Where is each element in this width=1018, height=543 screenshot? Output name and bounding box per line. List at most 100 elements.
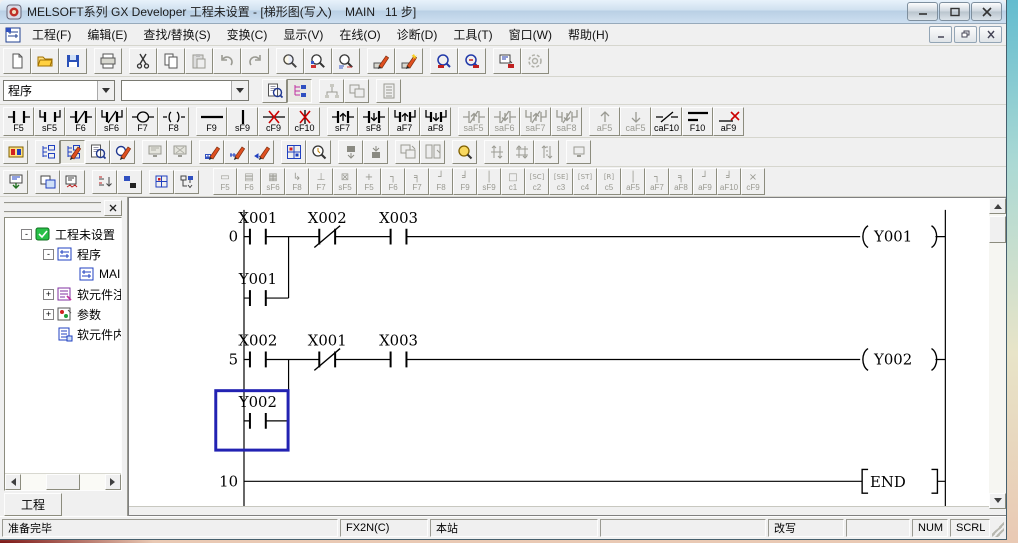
read-mode-button[interactable]	[85, 140, 110, 164]
parallel-falling-pulse-button[interactable]: aF8	[420, 107, 451, 136]
redo-button[interactable]	[241, 48, 269, 74]
cut-button[interactable]	[129, 48, 157, 74]
tree-item-device-memory[interactable]: 软元件内存	[5, 324, 121, 344]
open-project-button[interactable]	[31, 48, 59, 74]
step-run-button[interactable]	[338, 140, 363, 164]
sfc-cf9-button[interactable]: ×cF9	[741, 168, 765, 195]
sfc-se-button[interactable]: [SE]c3	[549, 168, 573, 195]
ladder-canvas[interactable]: 0 5 10 X001 X002 X003 Y001 Y001 X002 X00…	[129, 198, 991, 506]
sort-arrows-button-3[interactable]	[534, 140, 559, 164]
paste-button[interactable]	[185, 48, 213, 74]
open-contact-button[interactable]: F5	[3, 107, 34, 136]
undo-button[interactable]	[213, 48, 241, 74]
comment-display-button[interactable]	[452, 140, 477, 164]
mdi-child-icon[interactable]	[5, 27, 21, 43]
minimize-button[interactable]	[907, 2, 938, 21]
sfc-af7-button[interactable]: ┐aF7	[645, 168, 669, 195]
transfer-setup-button[interactable]	[493, 48, 521, 74]
find-button[interactable]	[276, 48, 304, 74]
vertical-line-button[interactable]: sF9	[227, 107, 258, 136]
menu-tools[interactable]: 工具(T)	[445, 24, 500, 45]
sfc-line1-button[interactable]: ┐F6	[381, 168, 405, 195]
tree-item-device-comment[interactable]: + 软元件注释	[5, 284, 121, 304]
trace-button[interactable]	[249, 140, 274, 164]
panel-close-button[interactable]	[104, 200, 122, 216]
scroll-thumb[interactable]	[989, 216, 1006, 243]
display-reduce-button[interactable]	[458, 48, 486, 74]
new-file-button[interactable]	[3, 48, 31, 74]
parallel-open-contact-button[interactable]: sF5	[34, 107, 65, 136]
write-to-plc-button[interactable]	[3, 170, 28, 194]
scroll-track[interactable]	[989, 214, 1006, 493]
chevron-down-icon[interactable]	[97, 81, 114, 100]
scroll-down-arrow[interactable]	[989, 493, 1006, 509]
closed-contact-button[interactable]: F6	[65, 107, 96, 136]
menu-convert[interactable]: 变换(C)	[219, 24, 276, 45]
grid-chip-button[interactable]	[3, 140, 28, 164]
window-tile-button[interactable]	[420, 140, 445, 164]
sfc-block-button[interactable]: ▤F6	[237, 168, 261, 195]
mdi-close-button[interactable]	[979, 26, 1002, 43]
list-column-button[interactable]	[376, 79, 401, 103]
menu-help[interactable]: 帮助(H)	[560, 24, 617, 45]
chevron-down-icon[interactable]	[231, 81, 248, 100]
parallel-rising-closed-button[interactable]: saF7	[520, 107, 551, 136]
monitor-mode-button[interactable]	[142, 140, 167, 164]
sfc-r-button[interactable]: [R]c5	[597, 168, 621, 195]
program-check-button[interactable]	[281, 140, 306, 164]
save-project-button[interactable]	[59, 48, 87, 74]
line-branch-button[interactable]: F10	[682, 107, 713, 136]
sfc-af10-button[interactable]: ╛aF10	[717, 168, 741, 195]
collapse-icon[interactable]: -	[21, 229, 32, 240]
sort-steps-button[interactable]	[92, 170, 117, 194]
ladder-write-button[interactable]	[224, 140, 249, 164]
delete-horizontal-line-button[interactable]: cF9	[258, 107, 289, 136]
coil-button[interactable]: F7	[127, 107, 158, 136]
parallel-rising-pulse-button[interactable]: aF7	[389, 107, 420, 136]
scroll-thumb[interactable]	[46, 474, 80, 490]
sort-arrows-button-1[interactable]	[484, 140, 509, 164]
sfc-af9-button[interactable]: ┘aF9	[693, 168, 717, 195]
sfc-block2-button[interactable]: ▦sF6	[261, 168, 285, 195]
sfc-vline-button[interactable]: │sF9	[477, 168, 501, 195]
ladder-editor[interactable]: 0 5 10 X001 X002 X003 Y001 Y001 X002 X00…	[128, 197, 1006, 516]
replace-string-button[interactable]	[395, 48, 423, 74]
device-test-button[interactable]	[199, 140, 224, 164]
block-down-button[interactable]	[174, 170, 199, 194]
mdi-restore-button[interactable]	[954, 26, 977, 43]
tree-item-program[interactable]: - 程序	[5, 244, 121, 264]
resize-grip[interactable]	[992, 519, 1004, 537]
invert-result-button[interactable]: caF10	[651, 107, 682, 136]
falling-pulse-contact-button[interactable]: sF8	[358, 107, 389, 136]
project-data-list-button[interactable]	[262, 79, 287, 103]
parallel-falling-closed-button[interactable]: saF8	[551, 107, 582, 136]
copy-button[interactable]	[157, 48, 185, 74]
error-jump-button[interactable]	[60, 170, 85, 194]
time-chart-button[interactable]	[306, 140, 331, 164]
block-display-button[interactable]	[149, 170, 174, 194]
rising-pulse-contact-button[interactable]: sF7	[327, 107, 358, 136]
up-arrow-button[interactable]: aF5	[589, 107, 620, 136]
down-arrow-button[interactable]: caF5	[620, 107, 651, 136]
window-cascade-button[interactable]	[395, 140, 420, 164]
monitor-small-button[interactable]	[566, 140, 591, 164]
collapse-icon[interactable]: -	[43, 249, 54, 260]
tree-item-main[interactable]: MAIN	[5, 264, 121, 284]
sfc-line2-button[interactable]: ╕F7	[405, 168, 429, 195]
parallel-closed-contact-button[interactable]: sF6	[96, 107, 127, 136]
menu-window[interactable]: 窗口(W)	[501, 24, 560, 45]
print-button[interactable]	[94, 48, 122, 74]
scroll-up-arrow[interactable]	[989, 198, 1006, 214]
window-pair-button[interactable]	[344, 79, 369, 103]
device-combo[interactable]	[121, 80, 249, 101]
program-verify-button[interactable]	[35, 170, 60, 194]
sfc-step-button[interactable]: ▭F5	[213, 168, 237, 195]
sort-arrows-button-2[interactable]	[509, 140, 534, 164]
tree-horizontal-scrollbar[interactable]	[5, 473, 121, 490]
sfc-c1-button[interactable]: □c1	[501, 168, 525, 195]
delete-line-button[interactable]: aF9	[713, 107, 744, 136]
application-instruction-button[interactable]: F8	[158, 107, 189, 136]
sfc-st-button[interactable]: [ST]c4	[573, 168, 597, 195]
find-device-button[interactable]	[304, 48, 332, 74]
tree-item-parameter[interactable]: + 参数	[5, 304, 121, 324]
